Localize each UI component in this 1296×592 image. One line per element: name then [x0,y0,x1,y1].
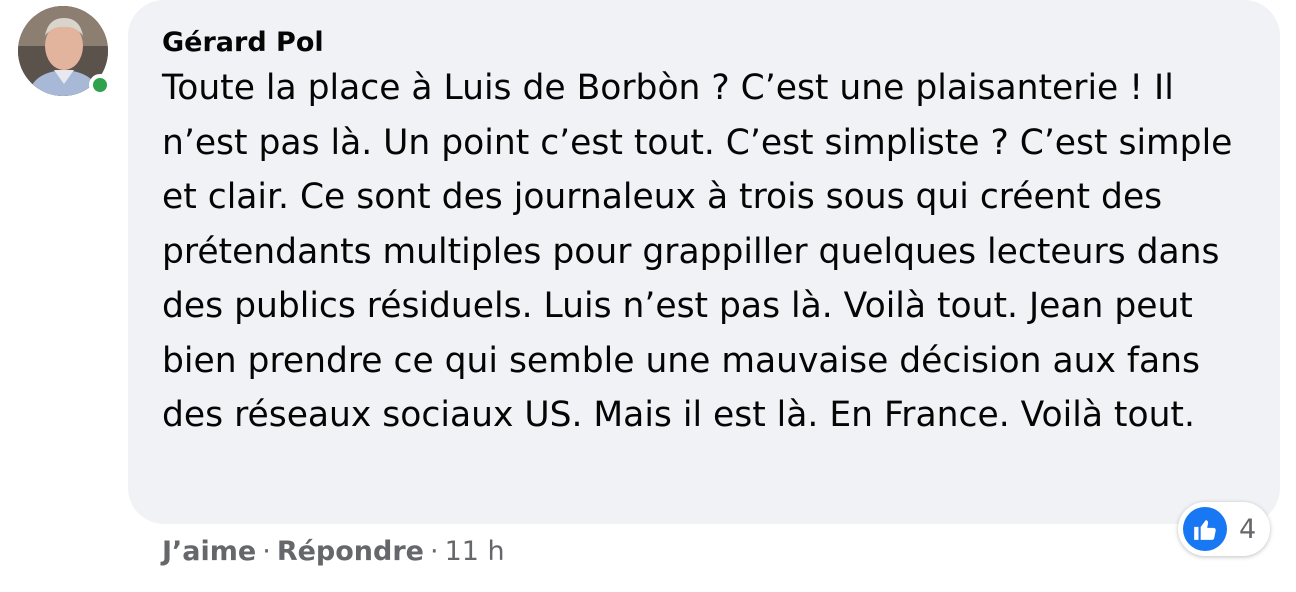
separator: · [429,536,439,567]
reply-button[interactable]: Répondre [277,536,424,567]
avatar-container[interactable] [18,6,111,96]
comment-text: Toute la place à Luis de Borbòn ? C’est … [162,68,1233,435]
comment: Gérard Pol Toute la place à Luis de Borb… [0,0,1296,592]
comment-author[interactable]: Gérard Pol [162,26,1246,60]
reactions-summary[interactable]: 4 [1178,502,1271,556]
separator: · [262,536,271,567]
comment-timestamp[interactable]: 11 h [445,536,505,567]
comment-bubble: Gérard Pol Toute la place à Luis de Borb… [128,0,1280,524]
like-button[interactable]: J’aime [162,536,256,567]
like-thumbs-up-icon [1183,507,1227,551]
comment-actions: J’aime · Répondre · 11 h [162,532,505,572]
online-status-indicator [89,74,111,96]
reaction-count: 4 [1239,513,1257,545]
